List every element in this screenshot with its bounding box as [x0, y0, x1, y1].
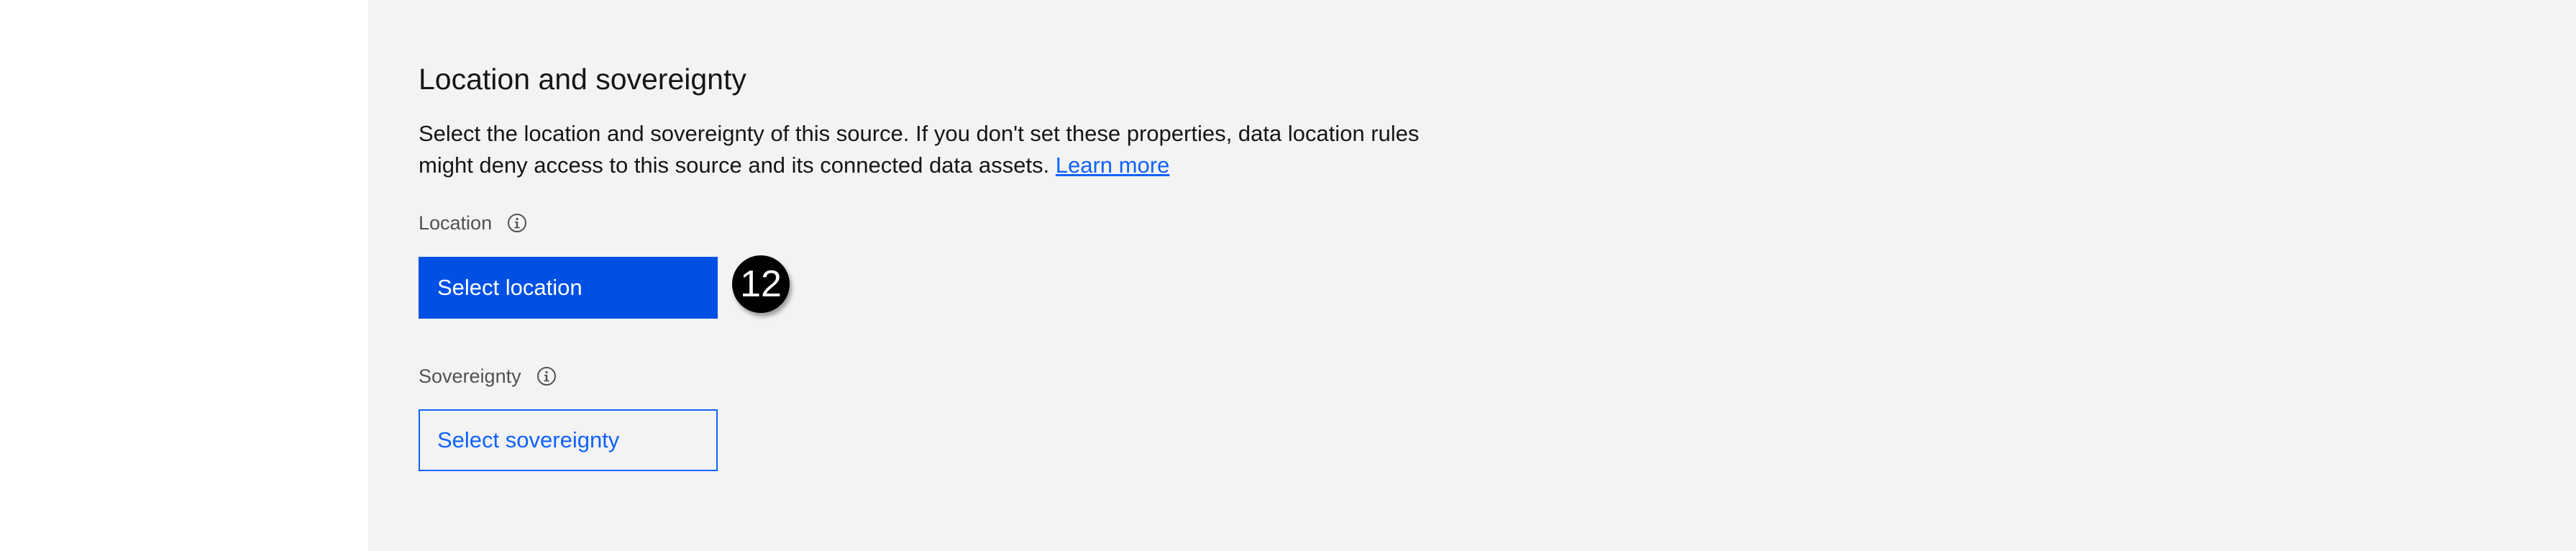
sovereignty-label-row: Sovereignty	[419, 363, 557, 389]
page: Location and sovereignty Select the loca…	[0, 0, 2576, 551]
info-icon[interactable]	[506, 212, 528, 234]
learn-more-link[interactable]: Learn more	[1056, 152, 1170, 178]
description-text: Select the location and sovereignty of t…	[419, 121, 1420, 178]
step-badge: 12	[732, 255, 790, 313]
select-location-button[interactable]: Select location	[419, 257, 718, 319]
info-icon[interactable]	[536, 365, 557, 387]
location-label: Location	[419, 212, 493, 234]
section-description: Select the location and sovereignty of t…	[419, 118, 1440, 181]
left-blank-area	[0, 0, 368, 551]
select-sovereignty-button[interactable]: Select sovereignty	[419, 409, 718, 471]
section-title: Location and sovereignty	[419, 63, 746, 96]
sovereignty-label: Sovereignty	[419, 365, 521, 387]
location-label-row: Location	[419, 210, 528, 236]
